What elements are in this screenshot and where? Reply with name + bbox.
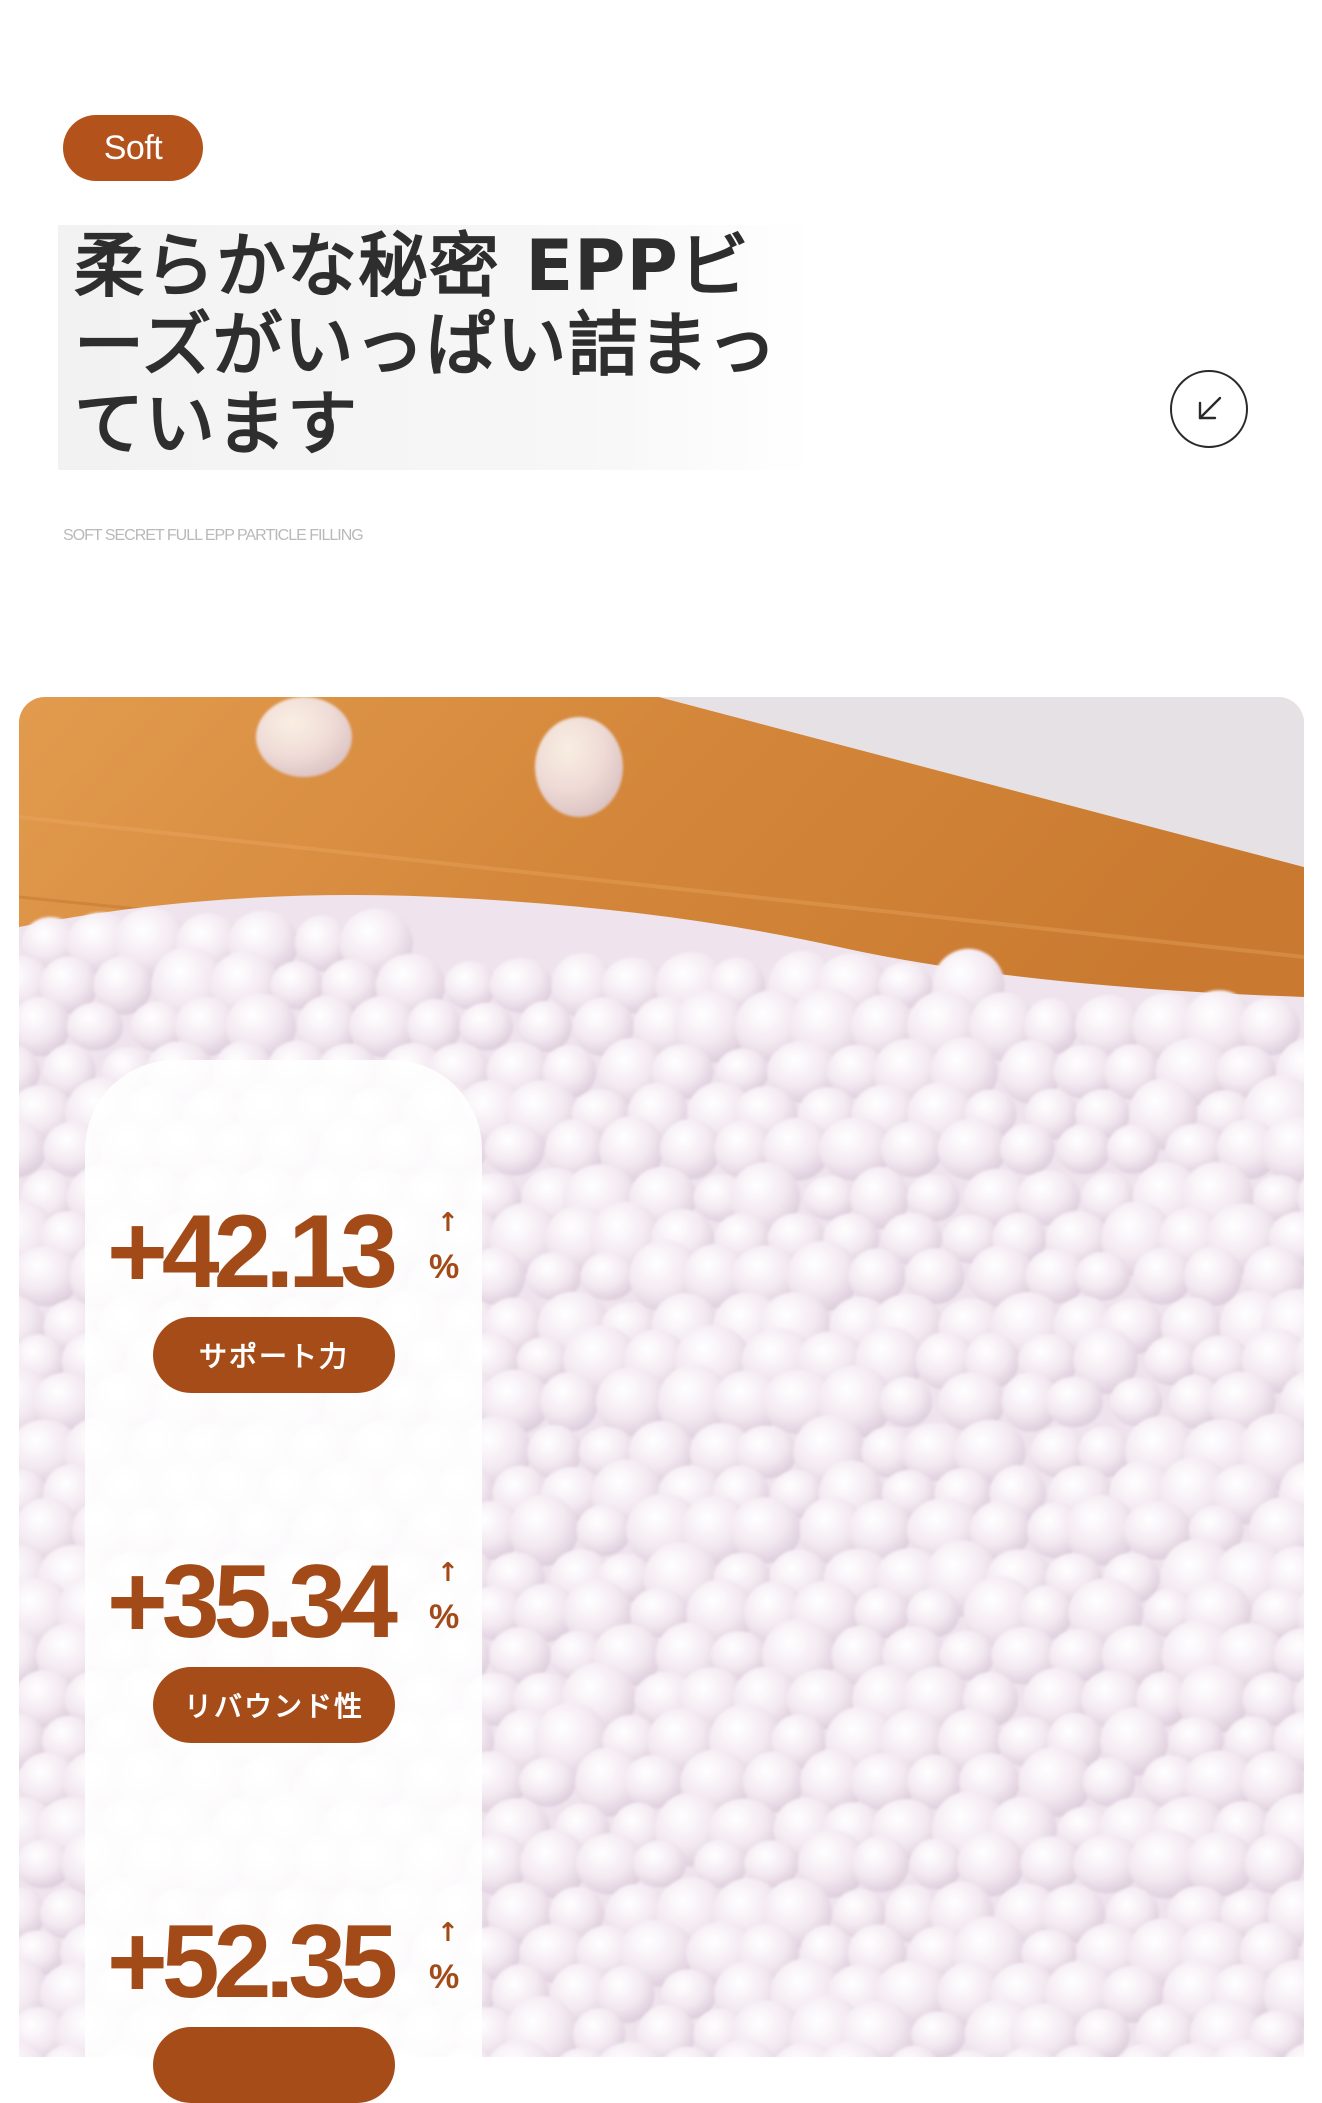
- bead: [444, 961, 497, 1010]
- stat-unit: %: [429, 1958, 460, 1996]
- stat-value: +52.35: [107, 1904, 398, 2020]
- bead: [576, 1504, 631, 1556]
- arrow-up-icon: ↑: [437, 1558, 459, 1588]
- arrow-down-left-icon: [1198, 396, 1222, 420]
- subtitle: SOFT SECRET FULL EPP PARTICLE FILLING: [63, 527, 364, 544]
- bead: [909, 1838, 963, 1890]
- bead: [880, 1121, 943, 1177]
- bead: [540, 1372, 599, 1432]
- bead: [1020, 1836, 1081, 1892]
- page-title: 柔らかな秘密 EPPビーズがいっぱい詰まっています: [74, 225, 778, 465]
- stat-unit: %: [429, 1598, 460, 1636]
- bead: [1133, 1247, 1192, 1305]
- stat-value: +42.13: [107, 1194, 398, 1310]
- bead: [1056, 1124, 1111, 1175]
- bead: [852, 1835, 909, 1893]
- bead: [1184, 1246, 1242, 1306]
- stat-unit: %: [429, 1248, 460, 1286]
- bead: [1075, 1251, 1131, 1301]
- bead: [66, 1002, 123, 1051]
- falling-bead: [256, 697, 352, 777]
- stat-value: +35.34: [107, 1544, 398, 1660]
- bead: [1045, 1376, 1103, 1428]
- stats-card: +42.13 ↑ % サポート力 +35.34 ↑ % リバウンド性 +52.3…: [85, 1060, 482, 2103]
- bead: [519, 1757, 576, 1807]
- stat-label: サポート力: [153, 1317, 395, 1393]
- bead: [484, 1123, 545, 1176]
- soft-badge: Soft: [63, 115, 203, 181]
- falling-bead: [535, 717, 623, 817]
- arrow-up-icon: ↑: [437, 1208, 459, 1238]
- stat-label: リバウンド性: [153, 1667, 395, 1743]
- bead: [879, 1376, 933, 1428]
- bead: [580, 1252, 636, 1301]
- scroll-down-button[interactable]: [1170, 370, 1248, 448]
- bead: [459, 1002, 513, 1051]
- bead: [1000, 1123, 1055, 1175]
- arrow-up-icon: ↑: [437, 1918, 459, 1948]
- stat-label: [153, 2027, 395, 2103]
